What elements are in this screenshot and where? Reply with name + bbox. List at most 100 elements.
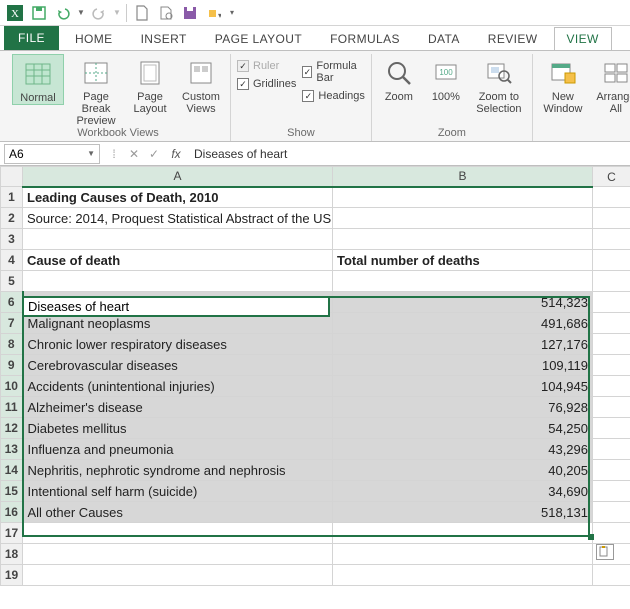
cell-A14[interactable]: Nephritis, nephrotic syndrome and nephro… [23,460,333,481]
row-header-11[interactable]: 11 [1,397,23,418]
cell-B19[interactable] [333,565,593,586]
row-header-15[interactable]: 15 [1,481,23,502]
row-header-19[interactable]: 19 [1,565,23,586]
cell-B17[interactable] [333,523,593,544]
new-window-button[interactable]: New Window [539,54,587,115]
gridlines-checkbox[interactable]: ✓Gridlines [237,78,296,90]
zoom-button[interactable]: Zoom [378,54,420,103]
cell-A6[interactable]: Diseases of heart [23,292,333,313]
tab-formulas[interactable]: FORMULAS [318,28,412,50]
cell-B12[interactable]: 54,250 [333,418,593,439]
cell-B15[interactable]: 34,690 [333,481,593,502]
cell-C10[interactable] [593,376,630,397]
custom-views-button[interactable]: Custom Views [178,54,224,115]
cell-A15[interactable]: Intentional self harm (suicide) [23,481,333,502]
cell-B6[interactable]: 514,323 [333,292,593,313]
row-header-5[interactable]: 5 [1,271,23,292]
page-layout-button[interactable]: Page Layout [128,54,172,115]
cell-A12[interactable]: Diabetes mellitus [23,418,333,439]
cell-A19[interactable] [23,565,333,586]
ruler-checkbox[interactable]: ✓Ruler [237,60,296,72]
cell-A1[interactable]: Leading Causes of Death, 2010 [23,187,333,208]
arrange-all-button[interactable]: Arrange All [593,54,630,115]
cell-B8[interactable]: 127,176 [333,334,593,355]
select-all-cell[interactable] [1,167,23,187]
cell-B9[interactable]: 109,119 [333,355,593,376]
cell-C13[interactable] [593,439,630,460]
col-header-A[interactable]: A [23,167,333,187]
normal-view-button[interactable]: Normal [12,54,64,105]
row-header-2[interactable]: 2 [1,208,23,229]
tab-view[interactable]: VIEW [554,27,612,50]
tab-page-layout[interactable]: PAGE LAYOUT [203,28,314,50]
name-box[interactable]: A6 ▼ [4,144,100,164]
enter-formula-button[interactable]: ✓ [144,147,164,161]
name-box-dropdown-icon[interactable]: ▼ [87,149,95,158]
page-break-preview-button[interactable]: Page Break Preview [70,54,122,127]
row-header-12[interactable]: 12 [1,418,23,439]
row-header-4[interactable]: 4 [1,250,23,271]
row-header-9[interactable]: 9 [1,355,23,376]
cell-C9[interactable] [593,355,630,376]
save-purple-button[interactable] [179,2,201,24]
spreadsheet-grid[interactable]: ABC1Leading Causes of Death, 20102Source… [0,166,630,586]
row-header-8[interactable]: 8 [1,334,23,355]
cell-B5[interactable] [333,271,593,292]
save-button[interactable] [28,2,50,24]
cell-C3[interactable] [593,229,630,250]
cell-A2[interactable]: Source: 2014, Proquest Statistical Abstr… [23,208,333,229]
cell-C19[interactable] [593,565,630,586]
cell-B4[interactable]: Total number of deaths [333,250,593,271]
fx-icon[interactable]: fx [164,147,188,161]
print-preview-button[interactable] [155,2,177,24]
tab-home[interactable]: HOME [63,28,125,50]
cell-A11[interactable]: Alzheimer's disease [23,397,333,418]
col-header-C[interactable]: C [593,167,630,187]
cell-A3[interactable] [23,229,333,250]
cell-A5[interactable] [23,271,333,292]
undo-button[interactable] [52,2,74,24]
cell-A7[interactable]: Malignant neoplasms [23,313,333,334]
formula-input[interactable]: Diseases of heart [188,147,630,161]
row-header-16[interactable]: 16 [1,502,23,523]
zoom-to-selection-button[interactable]: Zoom to Selection [472,54,526,115]
col-header-B[interactable]: B [333,167,593,187]
cell-A13[interactable]: Influenza and pneumonia [23,439,333,460]
row-header-6[interactable]: 6 [1,292,23,313]
cell-B7[interactable]: 491,686 [333,313,593,334]
cell-B13[interactable]: 43,296 [333,439,593,460]
row-header-13[interactable]: 13 [1,439,23,460]
cell-A8[interactable]: Chronic lower respiratory diseases [23,334,333,355]
cell-C8[interactable] [593,334,630,355]
tab-insert[interactable]: INSERT [129,28,199,50]
tab-data[interactable]: DATA [416,28,472,50]
redo-dropdown-icon[interactable]: ▼ [112,2,122,24]
cell-C16[interactable] [593,502,630,523]
cell-C7[interactable] [593,313,630,334]
tab-review[interactable]: REVIEW [476,28,550,50]
new-file-button[interactable] [131,2,153,24]
row-header-17[interactable]: 17 [1,523,23,544]
cell-C5[interactable] [593,271,630,292]
cell-C2[interactable] [593,208,630,229]
qat-customize-icon[interactable]: ▾ [227,2,237,24]
zoom-100-button[interactable]: 100 100% [426,54,466,103]
cell-A10[interactable]: Accidents (unintentional injuries) [23,376,333,397]
cell-B18[interactable] [333,544,593,565]
tab-file[interactable]: FILE [4,26,59,50]
qat-more-button[interactable]: ▾ [203,2,225,24]
cell-C12[interactable] [593,418,630,439]
cell-B10[interactable]: 104,945 [333,376,593,397]
cell-B2[interactable] [333,208,593,229]
row-header-14[interactable]: 14 [1,460,23,481]
cell-A16[interactable]: All other Causes [23,502,333,523]
cell-C6[interactable] [593,292,630,313]
paste-options-button[interactable] [596,544,614,560]
cell-B14[interactable]: 40,205 [333,460,593,481]
cell-A17[interactable] [23,523,333,544]
cancel-formula-button[interactable]: ✕ [124,147,144,161]
cell-A9[interactable]: Cerebrovascular diseases [23,355,333,376]
cell-C11[interactable] [593,397,630,418]
cell-A18[interactable] [23,544,333,565]
undo-dropdown-icon[interactable]: ▼ [76,2,86,24]
